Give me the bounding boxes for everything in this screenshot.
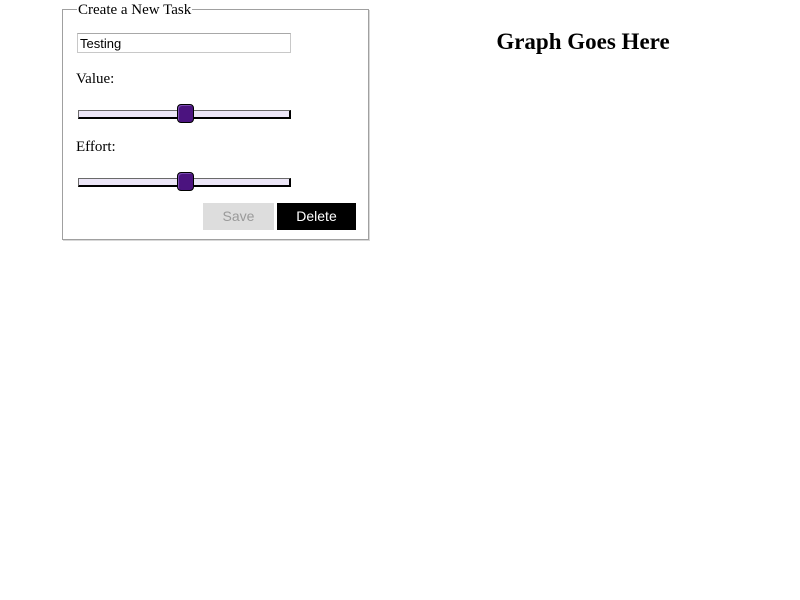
value-slider-thumb[interactable]: [176, 104, 194, 123]
save-button[interactable]: Save: [203, 203, 274, 230]
page: Create a New Task Value: Effort: Save De…: [0, 0, 800, 600]
task-name-input[interactable]: [77, 33, 291, 53]
value-label: Value:: [76, 71, 115, 87]
form-legend: Create a New Task: [77, 2, 193, 18]
effort-label: Effort:: [76, 139, 116, 155]
effort-slider-thumb[interactable]: [176, 172, 194, 191]
value-slider[interactable]: [78, 102, 291, 126]
graph-placeholder-heading: Graph Goes Here: [496, 29, 670, 54]
delete-button[interactable]: Delete: [277, 203, 356, 230]
effort-slider[interactable]: [78, 170, 291, 194]
create-task-form: Create a New Task Value: Effort: Save De…: [62, 2, 369, 240]
